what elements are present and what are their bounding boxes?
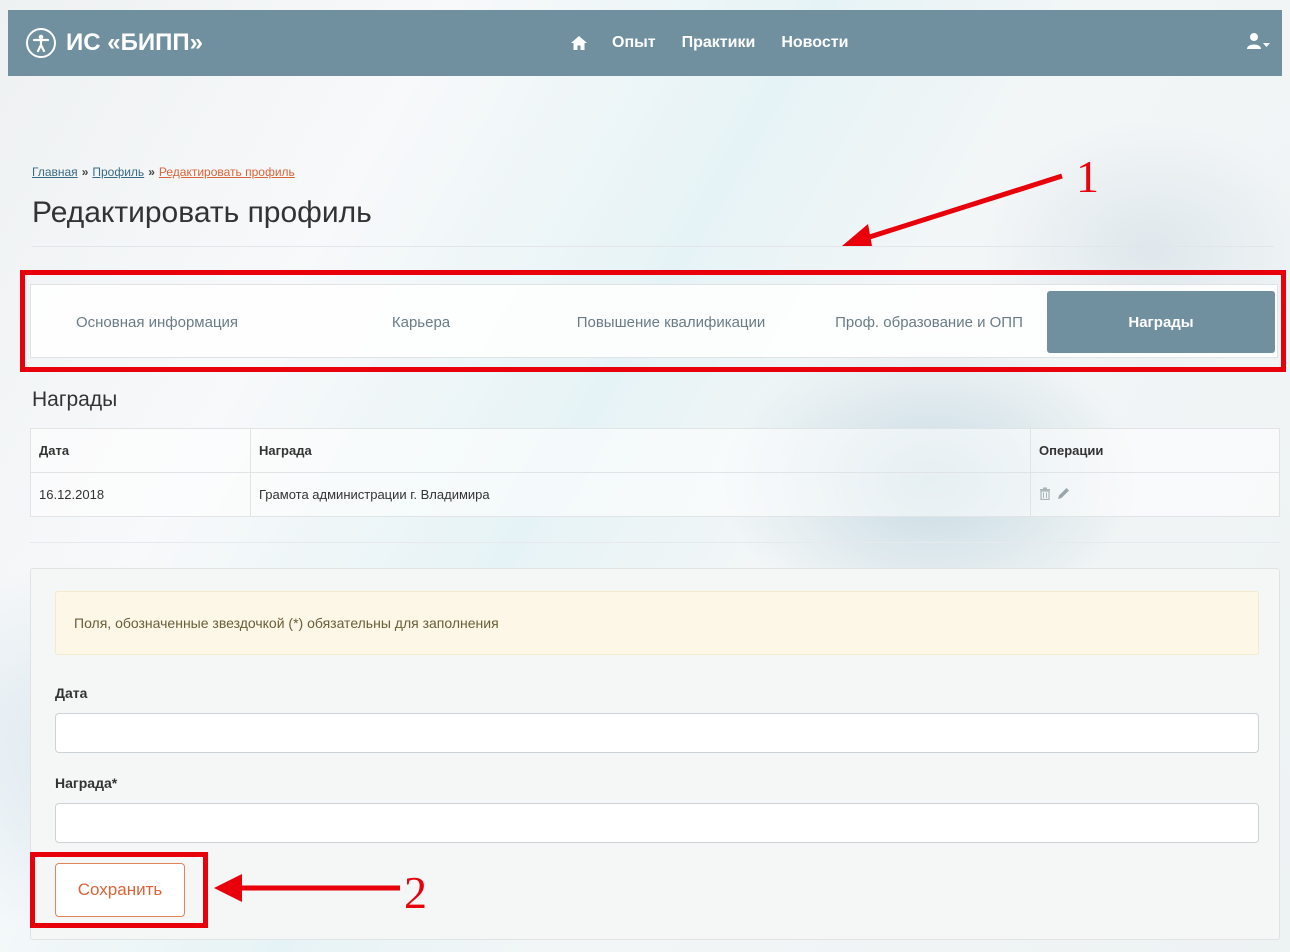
date-input[interactable] xyxy=(55,713,1259,753)
accessibility-icon xyxy=(26,28,56,58)
breadcrumb-current[interactable]: Редактировать профиль xyxy=(159,165,295,179)
column-header-award: Награда xyxy=(250,428,1031,473)
nav-link-news[interactable]: Новости xyxy=(781,34,848,52)
user-icon xyxy=(1247,32,1263,55)
user-menu[interactable] xyxy=(1247,32,1270,55)
annotation-number-2: 2 xyxy=(404,867,427,918)
breadcrumb: Главная» Профиль» Редактировать профиль xyxy=(32,165,295,179)
table-row: 16.12.2018 Грамота администрации г. Влад… xyxy=(30,472,1280,517)
section-title: Награды xyxy=(32,388,118,411)
chevron-down-icon xyxy=(1263,35,1270,53)
divider xyxy=(30,542,1280,543)
table-header-row: Дата Награда Операции xyxy=(30,428,1280,473)
annotation-number-1: 1 xyxy=(1076,151,1099,202)
annotation-box-2 xyxy=(30,852,208,928)
nav-link-practices[interactable]: Практики xyxy=(682,34,756,52)
divider xyxy=(32,246,1274,247)
nav-link-experience[interactable]: Опыт xyxy=(612,34,656,52)
required-fields-notice: Поля, обозначенные звездочкой (*) обязат… xyxy=(55,591,1259,655)
home-icon[interactable] xyxy=(570,33,590,53)
breadcrumb-home[interactable]: Главная xyxy=(32,165,78,179)
main-nav: Опыт Практики Новости xyxy=(570,10,874,76)
award-input[interactable] xyxy=(55,803,1259,843)
award-label: Награда* xyxy=(55,775,118,791)
breadcrumb-profile[interactable]: Профиль xyxy=(92,165,144,179)
column-header-operations: Операции xyxy=(1030,428,1280,473)
annotation-arrow-2 xyxy=(214,874,400,902)
date-label: Дата xyxy=(55,685,88,701)
cell-operations xyxy=(1030,472,1280,517)
awards-table: Дата Награда Операции 16.12.2018 Грамота… xyxy=(30,428,1280,517)
annotation-arrow-1 xyxy=(842,173,1063,246)
annotation-box-1 xyxy=(20,270,1286,372)
column-header-date: Дата xyxy=(30,428,251,473)
edit-icon[interactable] xyxy=(1057,487,1070,503)
brand-title: ИС «БИПП» xyxy=(66,29,203,56)
page-title: Редактировать профиль xyxy=(32,196,372,229)
breadcrumb-separator: » xyxy=(81,165,89,179)
top-navbar: ИС «БИПП» Опыт Практики Новости xyxy=(8,10,1282,76)
brand[interactable]: ИС «БИПП» xyxy=(26,28,203,58)
cell-award: Грамота администрации г. Владимира xyxy=(250,472,1031,517)
breadcrumb-separator: » xyxy=(148,165,155,179)
delete-icon[interactable] xyxy=(1039,487,1051,503)
cell-date: 16.12.2018 xyxy=(30,472,251,517)
